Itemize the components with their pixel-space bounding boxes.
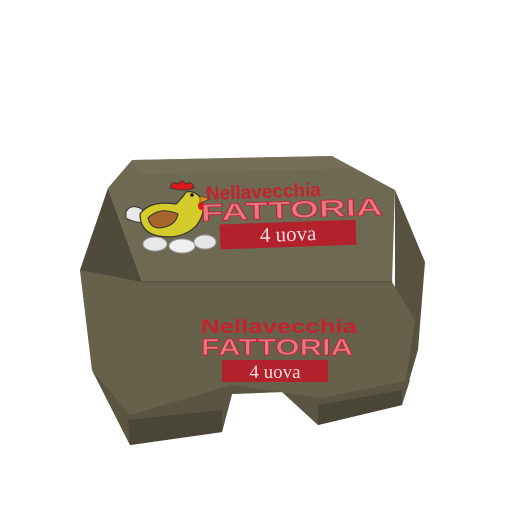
lid-quantity-label: 4 uova <box>219 219 357 250</box>
egg-carton-scene: Nellavecchia FATTORIA 4 uova Nellavecchi… <box>0 0 512 512</box>
front-quantity-label: 4 uova <box>222 360 328 383</box>
front-brand-line2: FATTORIA <box>201 334 353 360</box>
lid-quantity-text: 4 uova <box>259 221 317 247</box>
front-quantity-text: 4 uova <box>249 362 301 383</box>
